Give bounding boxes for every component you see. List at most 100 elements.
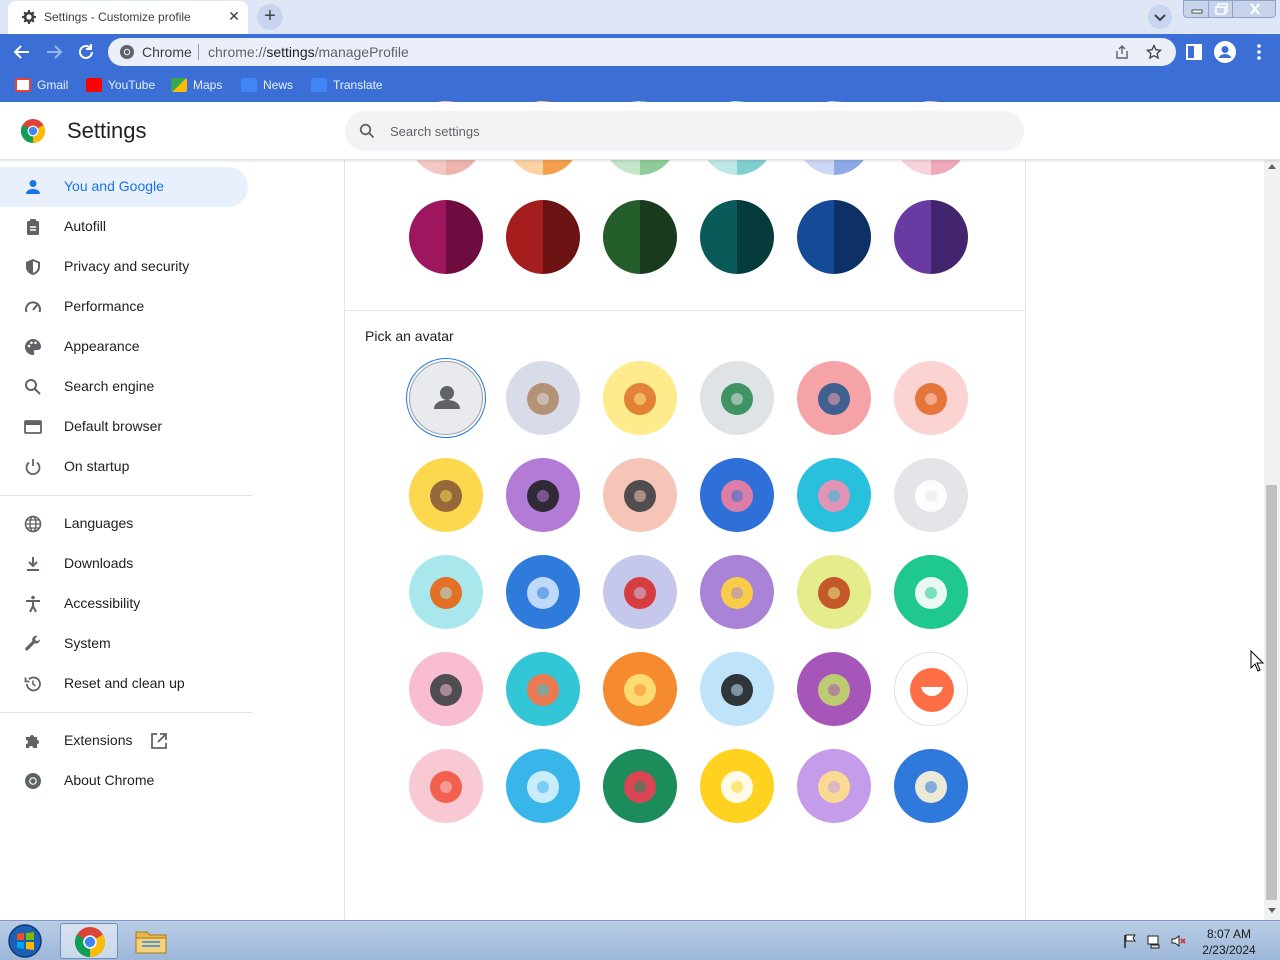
sidebar-item-search-engine[interactable]: Search engine	[0, 367, 248, 407]
avatar-sushi[interactable]	[506, 652, 580, 726]
avatar-ice-cube[interactable]	[506, 749, 580, 823]
avatar-panda[interactable]	[506, 458, 580, 532]
scroll-down-arrow-icon[interactable]	[1268, 908, 1276, 913]
color-swatch-green[interactable]	[603, 200, 677, 274]
avatar-vinyl[interactable]	[700, 652, 774, 726]
tab-settings[interactable]: Settings - Customize profile ✕	[8, 1, 248, 34]
scroll-up-arrow-icon[interactable]	[1268, 164, 1276, 169]
bookmark-youtube[interactable]: YouTube	[86, 77, 155, 93]
avatar-monkey[interactable]	[409, 458, 483, 532]
avatar-unicorn[interactable]	[894, 458, 968, 532]
globe-icon	[24, 515, 42, 533]
sidebar-item-performance[interactable]: Performance	[0, 287, 248, 327]
bookmark-translate[interactable]: Translate	[311, 77, 383, 93]
sidebar-item-label: On startup	[64, 458, 130, 474]
avatar-cheese[interactable]	[700, 555, 774, 629]
color-swatch-berry[interactable]	[409, 200, 483, 274]
elephant-icon	[818, 383, 850, 415]
avatar-basketball[interactable]	[409, 555, 483, 629]
avatar-bird[interactable]	[603, 555, 677, 629]
avatar-avocado[interactable]	[797, 652, 871, 726]
taskbar-explorer-button[interactable]	[122, 923, 180, 959]
windows-taskbar: 8:07 AM 2/23/2024	[0, 920, 1280, 960]
network-icon[interactable]	[1146, 933, 1162, 949]
monkey-icon	[430, 480, 462, 512]
bookmark-star-icon[interactable]	[1146, 44, 1162, 60]
pizza-icon	[818, 771, 850, 803]
color-swatch-blue[interactable]	[797, 200, 871, 274]
avatar-generic-person[interactable]	[409, 361, 483, 435]
action-center-flag-icon[interactable]	[1122, 933, 1138, 949]
search-input[interactable]	[390, 121, 990, 141]
taskbar-chrome-button[interactable]	[60, 923, 118, 959]
sidebar-item-system[interactable]: System	[0, 624, 248, 664]
download-icon	[27, 557, 39, 571]
wrench-icon	[25, 635, 41, 651]
sidebar-item-privacy[interactable]: Privacy and security	[0, 247, 248, 287]
avatar-tamagotchi[interactable]	[603, 652, 677, 726]
avatar-dragon[interactable]	[700, 361, 774, 435]
sidebar-item-extensions[interactable]: Extensions	[0, 721, 248, 761]
avatar-ramen[interactable]	[894, 555, 968, 629]
avatar-rabbit[interactable]	[797, 458, 871, 532]
sidebar-item-default-browser[interactable]: Default browser	[0, 407, 248, 447]
avatar-penguin[interactable]	[603, 458, 677, 532]
minimize-button[interactable]	[1183, 0, 1209, 18]
close-tab-button[interactable]: ✕	[226, 8, 242, 24]
ice-cream-icon	[430, 771, 462, 803]
sidebar-item-on-startup[interactable]: On startup	[0, 447, 248, 487]
gauge-icon	[25, 301, 41, 313]
tab-search-button[interactable]	[1148, 5, 1172, 29]
bookmark-gmail[interactable]: Gmail	[15, 77, 68, 93]
volume-muted-icon[interactable]	[1170, 933, 1186, 949]
color-swatch-red[interactable]	[506, 200, 580, 274]
color-swatch-purple[interactable]	[894, 200, 968, 274]
avatar-butterfly[interactable]	[700, 458, 774, 532]
sidebar-item-languages[interactable]: Languages	[0, 504, 248, 544]
avatar-elephant[interactable]	[797, 361, 871, 435]
avatar-corgi[interactable]	[603, 361, 677, 435]
sidebar-item-label: Search engine	[64, 378, 155, 394]
avatar-cat[interactable]	[506, 361, 580, 435]
reload-icon[interactable]	[74, 40, 98, 64]
page-scrollbar[interactable]	[1264, 160, 1280, 920]
back-arrow-icon[interactable]	[10, 40, 34, 64]
new-tab-button[interactable]: +	[257, 4, 283, 30]
sidebar-item-about-chrome[interactable]: About Chrome	[0, 761, 248, 801]
avatar-pizza[interactable]	[797, 749, 871, 823]
bookmark-maps[interactable]: Maps	[171, 77, 222, 93]
sandwich-icon	[915, 771, 947, 803]
avatar-fox[interactable]	[894, 361, 968, 435]
share-icon[interactable]	[1114, 44, 1130, 60]
sidebar-item-autofill[interactable]: Autofill	[0, 207, 248, 247]
address-bar[interactable]: Chrome chrome://settings/manageProfile	[108, 38, 1176, 66]
sidebar-item-downloads[interactable]: Downloads	[0, 544, 248, 584]
sidebar-item-you-and-google[interactable]: You and Google	[0, 167, 248, 207]
section-divider	[345, 310, 1025, 311]
sidebar-item-label: About Chrome	[64, 772, 155, 788]
sidebar-item-reset[interactable]: Reset and clean up	[0, 664, 248, 704]
taskbar-clock[interactable]: 8:07 AM 2/23/2024	[1196, 926, 1262, 958]
avatar-sunglasses[interactable]	[409, 652, 483, 726]
avatar-watermelon[interactable]	[603, 749, 677, 823]
close-window-button[interactable]	[1232, 0, 1276, 18]
side-panel-icon[interactable]	[1183, 41, 1205, 63]
avatar-onigiri[interactable]	[700, 749, 774, 823]
color-swatch-teal[interactable]	[700, 200, 774, 274]
avatar-bike[interactable]	[506, 555, 580, 629]
more-menu-icon[interactable]	[1248, 41, 1270, 63]
sidebar-item-appearance[interactable]: Appearance	[0, 327, 248, 367]
restore-button[interactable]	[1208, 0, 1233, 18]
chevron-down-icon	[1154, 14, 1166, 22]
avatar-football[interactable]	[797, 555, 871, 629]
avatar-smile[interactable]	[894, 652, 968, 726]
scroll-thumb[interactable]	[1266, 485, 1277, 900]
sidebar-item-accessibility[interactable]: Accessibility	[0, 584, 248, 624]
windows-start-icon[interactable]	[6, 923, 44, 959]
avatar-sandwich[interactable]	[894, 749, 968, 823]
profile-avatar-icon[interactable]	[1214, 41, 1236, 63]
avatar-ice-cream[interactable]	[409, 749, 483, 823]
bookmark-news[interactable]: News	[241, 77, 293, 93]
settings-search[interactable]	[345, 111, 1024, 151]
forward-arrow-icon[interactable]	[42, 40, 66, 64]
